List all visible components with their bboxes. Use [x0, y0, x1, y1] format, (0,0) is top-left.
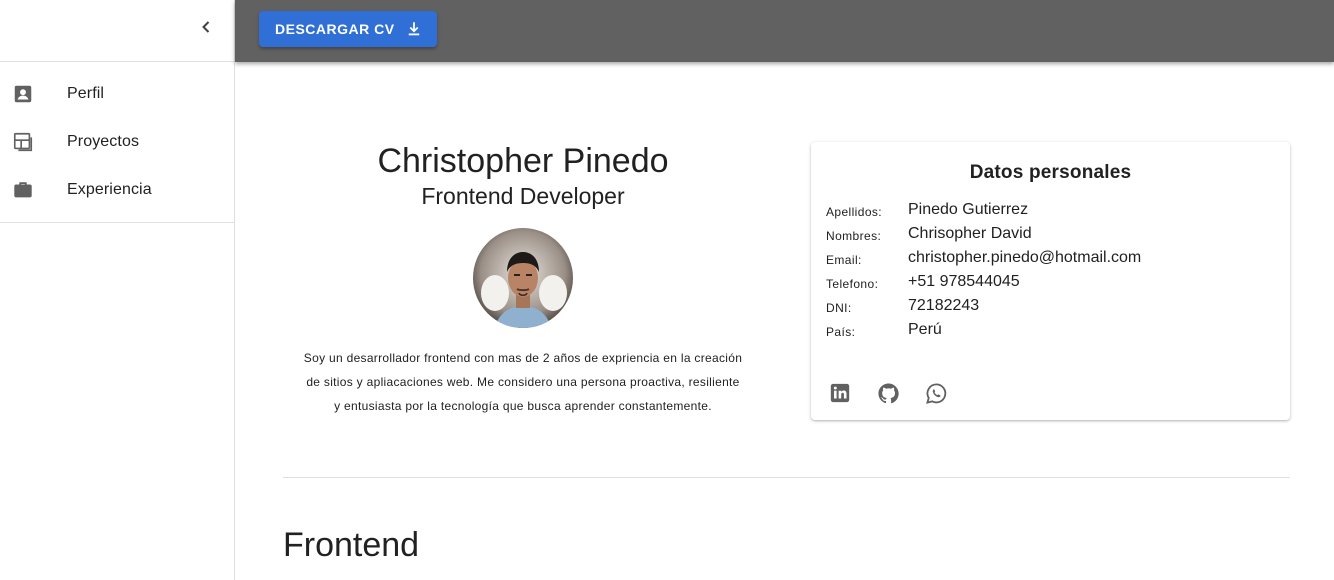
- whatsapp-icon[interactable]: [924, 381, 948, 405]
- top-app-bar: DESCARGAR CV: [235, 0, 1334, 62]
- card-title: Datos personales: [969, 162, 1132, 183]
- profile-name: Christopher Pinedo: [377, 142, 669, 180]
- avatar: [473, 228, 573, 328]
- bio-line: y entusiasta por la tecnología que busca…: [334, 399, 712, 413]
- field-label: Nombres:: [826, 228, 882, 243]
- collapse-sidebar-button[interactable]: [194, 17, 218, 41]
- personal-data-row: Telefono: +51 978544045: [811, 270, 1290, 294]
- field-value: 72182243: [908, 297, 980, 314]
- personal-data-row: País: Perú: [811, 318, 1290, 342]
- field-value: Pinedo Gutierrez: [908, 201, 1029, 218]
- personal-data-row: Apellidos: Pinedo Gutierrez: [811, 198, 1290, 222]
- main-content: Christopher Pinedo Frontend Developer So…: [235, 62, 1334, 580]
- dashboard-layout-icon: [11, 130, 35, 154]
- sidebar-item-label: Perfil: [67, 85, 105, 102]
- social-links: [828, 381, 972, 405]
- download-cv-button[interactable]: DESCARGAR CV: [259, 11, 437, 47]
- briefcase-icon: [11, 178, 35, 202]
- field-label: DNI:: [826, 300, 852, 315]
- profile-section: Christopher Pinedo Frontend Developer So…: [285, 140, 761, 418]
- field-value: Chrisopher David: [908, 225, 1032, 242]
- sidebar-item-perfil[interactable]: Perfil: [0, 70, 234, 118]
- field-label: Email:: [826, 252, 862, 267]
- section-divider: [283, 477, 1290, 478]
- sidebar-item-label: Proyectos: [67, 133, 140, 150]
- chevron-left-icon: [194, 15, 218, 44]
- field-label: Apellidos:: [826, 204, 883, 219]
- sidebar: Perfil Proyectos Experiencia: [0, 0, 235, 580]
- sidebar-item-experiencia[interactable]: Experiencia: [0, 166, 234, 214]
- field-value: Perú: [908, 321, 942, 338]
- download-cv-label: DESCARGAR CV: [275, 21, 395, 37]
- field-value: +51 978544045: [908, 273, 1020, 290]
- field-label: País:: [826, 324, 856, 339]
- personal-data-list: Apellidos: Pinedo Gutierrez Nombres: Chr…: [811, 198, 1290, 342]
- sidebar-header: [0, 0, 234, 62]
- linkedin-icon[interactable]: [828, 381, 852, 405]
- section-title: Frontend: [283, 526, 420, 564]
- profile-bio: Soy un desarrollador frontend con mas de…: [293, 346, 753, 418]
- sidebar-nav: Perfil Proyectos Experiencia: [0, 62, 234, 223]
- personal-data-row: DNI: 72182243: [811, 294, 1290, 318]
- bio-line: Soy un desarrollador frontend con mas de…: [303, 351, 743, 365]
- profile-role: Frontend Developer: [421, 183, 625, 209]
- account-box-icon: [11, 82, 35, 106]
- sidebar-item-label: Experiencia: [67, 181, 152, 198]
- bio-line: de sitios y apliacaciones web. Me consid…: [306, 375, 740, 389]
- sidebar-item-proyectos[interactable]: Proyectos: [0, 118, 234, 166]
- field-label: Telefono:: [826, 276, 879, 291]
- field-value: christopher.pinedo@hotmail.com: [908, 249, 1142, 266]
- personal-data-row: Nombres: Chrisopher David: [811, 222, 1290, 246]
- personal-data-row: Email: christopher.pinedo@hotmail.com: [811, 246, 1290, 270]
- personal-data-card: Datos personales Apellidos: Pinedo Gutie…: [811, 142, 1290, 420]
- download-icon: [405, 20, 423, 38]
- github-icon[interactable]: [876, 381, 900, 405]
